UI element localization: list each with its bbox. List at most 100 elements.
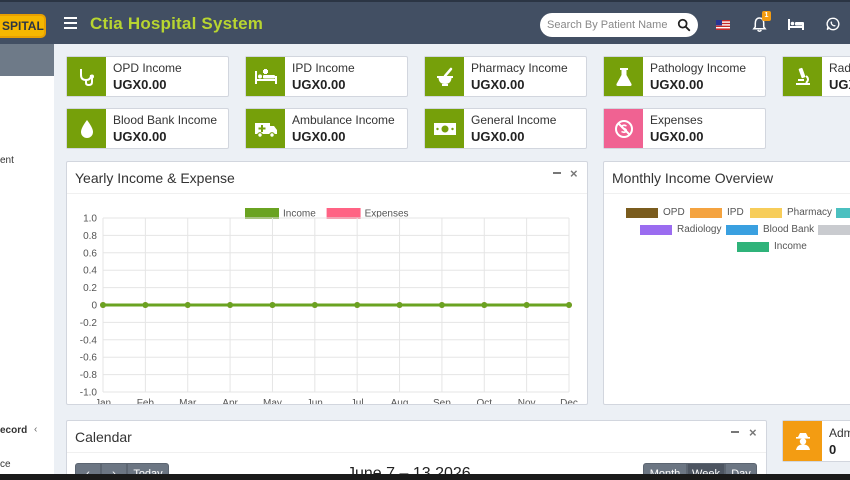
stethoscope-icon (67, 57, 106, 96)
card-value: 0 (829, 442, 837, 457)
y-tick-label: 0.6 (83, 248, 97, 259)
card-value: UGX0.00 (292, 77, 346, 92)
ipd-income-card[interactable]: IPD Income UGX0.00 (245, 56, 408, 97)
chevron-left-icon[interactable]: ‹ (34, 424, 37, 435)
legend-label[interactable]: Pharmacy (787, 207, 832, 218)
close-icon[interactable]: × (570, 166, 578, 181)
x-tick-label: Oct (476, 398, 492, 404)
legend-swatch-opd[interactable] (626, 208, 658, 218)
ambulance-icon (246, 109, 285, 148)
card-value: UGX0.00 (650, 129, 704, 144)
ambulance-bed-icon (246, 57, 285, 96)
radiology-income-card[interactable]: Rad UGX (782, 56, 850, 97)
y-tick-label: -0.8 (80, 370, 98, 381)
x-tick-label: Dec (560, 398, 578, 404)
sidebar-item-label[interactable]: ecord (0, 425, 27, 436)
y-tick-label: 0 (91, 301, 97, 312)
legend-swatch (326, 208, 361, 219)
card-label: Rad (829, 61, 850, 75)
card-label: OPD Income (113, 61, 182, 75)
data-point-income (269, 302, 276, 308)
card-label: Adm (829, 426, 850, 440)
card-value: UGX0.00 (113, 77, 167, 92)
legend-swatch (245, 208, 279, 219)
droplet-icon (67, 109, 106, 148)
x-tick-label: Nov (518, 398, 536, 404)
user-secret-icon (783, 421, 822, 461)
panel-divider (604, 193, 850, 194)
legend-swatch-extra[interactable] (818, 225, 850, 235)
legend-swatch-pharmacy[interactable] (750, 208, 782, 218)
os-taskbar-edge (0, 474, 850, 480)
yearly-income-expense-panel: Yearly Income & Expense × Income Expenses… (66, 161, 588, 405)
legend-label[interactable]: IPD (727, 207, 744, 218)
legend-swatch-extra[interactable] (836, 208, 850, 218)
card-label: Blood Bank Income (113, 113, 218, 127)
data-point-income (100, 302, 106, 308)
monthly-income-overview-panel: Monthly Income Overview OPD IPD Pharmacy… (603, 161, 850, 405)
patient-search (540, 13, 698, 37)
mortar-pestle-icon (425, 57, 464, 96)
sidebar: ent ecord ‹ ce (0, 44, 54, 480)
y-tick-label: 0.8 (83, 231, 97, 242)
sidebar-item-label[interactable]: ce (0, 459, 11, 470)
x-tick-label: Feb (137, 398, 155, 404)
data-point-income (396, 302, 403, 308)
card-label: IPD Income (292, 61, 355, 75)
card-value: UGX0.00 (471, 77, 525, 92)
top-navbar: SPITAL Ctia Hospital System 1 (0, 0, 850, 44)
data-point-income (354, 302, 361, 308)
us-flag-icon[interactable] (716, 20, 730, 30)
x-tick-label: Jun (307, 398, 323, 404)
ambulance-income-card[interactable]: Ambulance Income UGX0.00 (245, 108, 408, 149)
patient-search-input[interactable] (547, 17, 675, 33)
data-point-income (142, 302, 149, 308)
admin-card[interactable]: Adm 0 (782, 420, 850, 462)
y-tick-label: -1.0 (80, 388, 98, 399)
card-value: UGX0.00 (471, 129, 525, 144)
data-point-income (184, 302, 191, 308)
y-tick-label: 0.2 (83, 283, 97, 294)
whatsapp-icon[interactable] (826, 17, 840, 31)
pathology-income-card[interactable]: Pathology Income UGX0.00 (603, 56, 766, 97)
legend-swatch-blood-bank[interactable] (726, 225, 758, 235)
x-tick-label: Mar (179, 398, 197, 404)
card-label: General Income (471, 113, 557, 127)
legend-label[interactable]: OPD (663, 207, 685, 218)
data-point-income (523, 302, 530, 308)
card-label: Pathology Income (650, 61, 747, 75)
minimize-icon[interactable] (731, 431, 739, 433)
bed-icon[interactable] (788, 18, 804, 31)
minimize-icon[interactable] (553, 172, 561, 174)
card-value: UGX (829, 77, 850, 92)
general-income-card[interactable]: General Income UGX0.00 (424, 108, 587, 149)
hamburger-menu-icon[interactable] (64, 17, 77, 29)
legend-swatch-income[interactable] (737, 242, 769, 252)
expenses-card[interactable]: Expenses UGX0.00 (603, 108, 766, 149)
card-label: Expenses (650, 113, 703, 127)
sidebar-item-label[interactable]: ent (0, 155, 14, 166)
data-point-income (227, 302, 234, 308)
money-icon (425, 109, 464, 148)
data-point-income (566, 302, 572, 308)
y-tick-label: 0.4 (83, 266, 97, 277)
sidebar-item-active[interactable] (0, 44, 54, 76)
x-tick-label: May (263, 398, 282, 404)
legend-label[interactable]: Blood Bank (763, 224, 814, 235)
card-label: Pharmacy Income (471, 61, 568, 75)
opd-income-card[interactable]: OPD Income UGX0.00 (66, 56, 229, 97)
legend-swatch-ipd[interactable] (690, 208, 722, 218)
microscope-icon (783, 57, 822, 96)
y-tick-label: 1.0 (83, 214, 97, 225)
legend-swatch-radiology[interactable] (640, 225, 672, 235)
card-value: UGX0.00 (650, 77, 704, 92)
close-icon[interactable]: × (749, 425, 757, 440)
data-point-income (438, 302, 445, 308)
pharmacy-income-card[interactable]: Pharmacy Income UGX0.00 (424, 56, 587, 97)
hospital-logo[interactable]: SPITAL (0, 14, 46, 38)
blood-bank-income-card[interactable]: Blood Bank Income UGX0.00 (66, 108, 229, 149)
search-icon[interactable] (677, 18, 691, 32)
legend-label[interactable]: Radiology (677, 224, 721, 235)
legend-label[interactable]: Income (774, 241, 807, 252)
x-tick-label: Sep (433, 398, 451, 404)
